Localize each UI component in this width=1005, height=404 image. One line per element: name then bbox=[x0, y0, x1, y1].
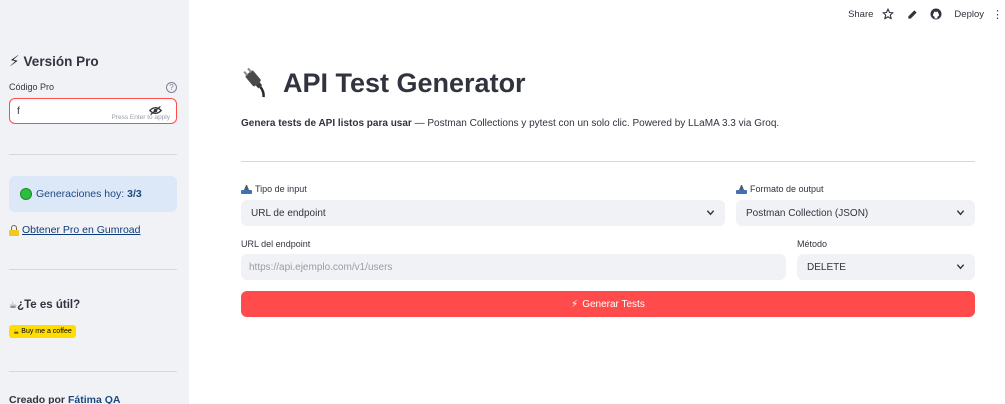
top-toolbar: Share Deploy ⋮ bbox=[848, 0, 1005, 28]
share-button[interactable]: Share bbox=[848, 9, 873, 20]
buy-me-a-coffee-button[interactable]: ☕ Buy me a coffee bbox=[9, 325, 76, 338]
chevron-down-icon bbox=[956, 264, 965, 270]
method-select[interactable]: DELETE bbox=[797, 254, 975, 280]
help-icon[interactable]: ? bbox=[166, 82, 177, 93]
output-format-label-text: Formato de output bbox=[750, 184, 824, 194]
useful-title-text: ¿Te es útil? bbox=[17, 299, 81, 311]
output-format-label: Formato de output bbox=[736, 184, 824, 194]
method-value: DELETE bbox=[807, 261, 846, 273]
title-text: API Test Generator bbox=[283, 67, 526, 98]
coffee-icon: ☕ bbox=[13, 328, 20, 336]
star-icon[interactable] bbox=[882, 8, 894, 20]
generate-tests-label: Generar Tests bbox=[582, 298, 645, 310]
endpoint-url-input[interactable]: https://api.ejemplo.com/v1/users bbox=[241, 254, 786, 280]
inbox-tray-icon bbox=[241, 184, 252, 194]
coffee-cup-icon: ☕ bbox=[9, 300, 18, 310]
deploy-button[interactable]: Deploy bbox=[954, 9, 984, 20]
endpoint-url-label: URL del endpoint bbox=[241, 239, 311, 249]
pro-code-label: Código Pro bbox=[9, 82, 55, 92]
sidebar-divider bbox=[9, 269, 177, 270]
pencil-icon[interactable] bbox=[906, 8, 918, 20]
lightning-icon: ⚡ bbox=[9, 53, 20, 70]
page-title: API Test Generator bbox=[241, 66, 526, 100]
output-format-select[interactable]: Postman Collection (JSON) bbox=[736, 200, 975, 226]
chevron-down-icon bbox=[956, 210, 965, 216]
chevron-down-icon bbox=[706, 210, 715, 216]
useful-title: ☕¿Te es útil? bbox=[9, 299, 80, 311]
inbox-tray-icon bbox=[736, 184, 747, 194]
input-type-label: Tipo de input bbox=[241, 184, 307, 194]
author-link[interactable]: Fátima QA bbox=[68, 394, 121, 404]
input-type-select[interactable]: URL de endpoint bbox=[241, 200, 725, 226]
credit-prefix: Creado por bbox=[9, 394, 66, 404]
pro-code-field[interactable]: Press Enter to apply bbox=[9, 98, 177, 124]
subtitle-bold: Genera tests de API listos para usar bbox=[241, 118, 412, 129]
green-circle-icon bbox=[20, 188, 32, 200]
method-label: Método bbox=[797, 239, 828, 249]
subtitle: Genera tests de API listos para usar — P… bbox=[241, 118, 779, 129]
generate-tests-button[interactable]: ⚡ Generar Tests bbox=[241, 291, 975, 317]
coffee-label: Buy me a coffee bbox=[21, 328, 72, 335]
sidebar-title-text: Versión Pro bbox=[23, 53, 99, 69]
sidebar: ⚡ Versión Pro Código Pro ? Press Enter t… bbox=[0, 0, 189, 404]
github-icon[interactable] bbox=[930, 8, 942, 20]
sidebar-divider bbox=[9, 154, 177, 155]
input-type-value: URL de endpoint bbox=[251, 207, 326, 219]
output-format-value: Postman Collection (JSON) bbox=[746, 207, 869, 219]
more-menu-icon[interactable]: ⋮ bbox=[992, 8, 1003, 21]
gumroad-row: Obtener Pro en Gumroad bbox=[9, 224, 140, 236]
main-divider bbox=[241, 161, 975, 162]
generations-label: Generaciones hoy: bbox=[36, 188, 125, 200]
sidebar-divider bbox=[9, 371, 177, 372]
generations-info-box: Generaciones hoy: 3/3 bbox=[9, 176, 177, 212]
input-type-label-text: Tipo de input bbox=[255, 184, 307, 194]
generations-count: 3/3 bbox=[127, 188, 142, 200]
plug-icon bbox=[243, 67, 265, 98]
credit-line: Creado por Fátima QA bbox=[9, 394, 120, 404]
lock-icon bbox=[9, 224, 19, 236]
press-enter-hint: Press Enter to apply bbox=[111, 114, 170, 121]
sidebar-title: ⚡ Versión Pro bbox=[9, 52, 99, 70]
subtitle-text: — Postman Collections y pytest con un so… bbox=[411, 118, 780, 129]
gumroad-link[interactable]: Obtener Pro en Gumroad bbox=[22, 224, 140, 236]
lightning-icon: ⚡ bbox=[571, 298, 579, 310]
